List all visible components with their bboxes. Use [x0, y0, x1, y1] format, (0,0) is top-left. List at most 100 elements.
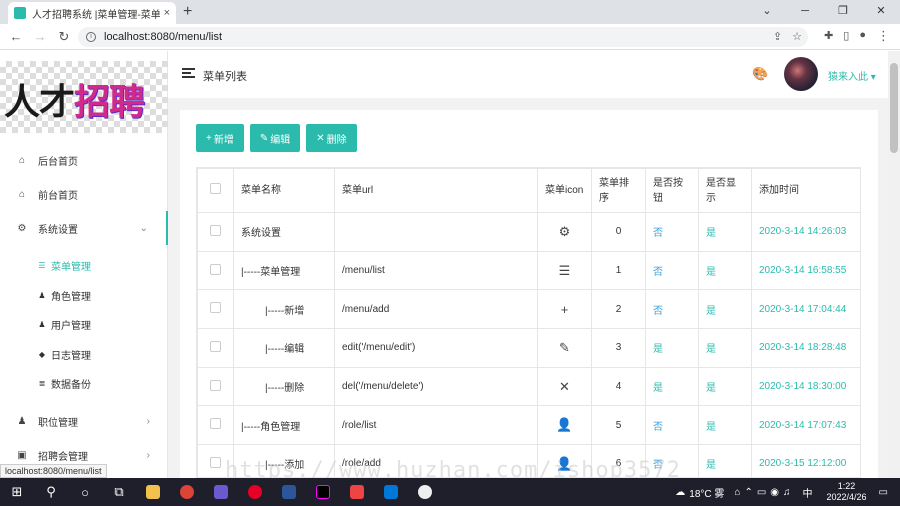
game-icon[interactable]	[340, 478, 374, 506]
sidebar-subitem-data-backup[interactable]: ≣ 数据备份	[0, 369, 168, 399]
row-checkbox[interactable]	[210, 302, 221, 314]
bookmark-star-icon[interactable]: ☆	[792, 30, 802, 43]
user-menu[interactable]: 猿来入此 ▾	[828, 68, 876, 83]
minimize-button[interactable]: ─	[786, 0, 824, 24]
cortana-icon[interactable]: ○	[68, 485, 102, 500]
cell-sort: 3	[591, 328, 646, 368]
window-dropdown-icon[interactable]: ⌄	[748, 0, 786, 24]
sidebar-item-front-home[interactable]: ⌂ 前台首页	[0, 177, 168, 211]
feather-icon[interactable]	[408, 478, 442, 506]
netease-music-icon[interactable]	[238, 478, 272, 506]
profile-icon[interactable]: ●	[859, 29, 866, 42]
sidebar-subitem-label: 菜单管理	[51, 262, 91, 274]
notification-icon[interactable]: ▭	[879, 487, 888, 498]
weather-text[interactable]: 18°C 雾	[689, 485, 724, 500]
cell-time: 2020-3-15 12:12:00	[751, 444, 860, 477]
sidebar-item-position-manage[interactable]: ♟ 职位管理 ›	[0, 405, 168, 439]
sidebar-item-label: 职位管理	[38, 418, 78, 429]
clock-date: 2022/4/26	[826, 492, 867, 502]
row-select-cell	[197, 366, 234, 407]
tray-icons[interactable]: ⌂⌃▭◉♫	[734, 487, 794, 498]
delete-button[interactable]: ✕ 删除	[306, 124, 357, 152]
cell-is-show: 是	[698, 250, 752, 291]
system-tray: ☁ 18°C 雾 ⌂⌃▭◉♫ 中 1:22 2022/4/26 ▭	[675, 478, 900, 506]
close-window-button[interactable]: ✕	[862, 0, 900, 24]
page-scrollbar[interactable]	[888, 51, 900, 478]
extensions-icon[interactable]: ✚	[824, 29, 833, 42]
row-checkbox[interactable]	[210, 456, 221, 468]
back-icon[interactable]: ←	[4, 29, 28, 44]
table-row[interactable]: |-----编辑 edit('/menu/edit') ✎ 3 是是 2020-3-14 …	[197, 328, 860, 368]
browser-menu-icon[interactable]: ⋮	[877, 28, 890, 44]
site-info-icon[interactable]: i	[86, 32, 96, 42]
cell-is-show: 是	[698, 366, 752, 407]
task-view-icon[interactable]: ⧉	[102, 484, 136, 500]
header-icon: 菜单icon	[537, 168, 592, 213]
table-row[interactable]: |-----菜单管理/menu/list ☰ 1 否是 2020-3-14 16:58:…	[197, 250, 860, 291]
row-select-cell	[197, 212, 234, 252]
cell-name-text: 系统设置	[241, 228, 281, 240]
clock-time: 1:22	[837, 481, 856, 491]
new-tab-button[interactable]: +	[183, 3, 192, 21]
address-bar[interactable]: i localhost:8080/menu/list ⇪ ☆	[78, 27, 808, 47]
top-header: 菜单列表 🎨 猿来入此 ▾	[168, 51, 900, 98]
add-button[interactable]: + 新增	[196, 124, 244, 152]
clock[interactable]: 1:22 2022/4/26	[827, 481, 867, 503]
header-time: 添加时间	[751, 168, 860, 213]
table-row[interactable]: 系统设置 ⚙ 0 否是 2020-3-14 14:26:03	[197, 212, 860, 252]
select-all-checkbox[interactable]	[210, 182, 221, 194]
intellij-icon[interactable]	[306, 478, 340, 506]
chrome-icon[interactable]	[170, 478, 204, 506]
row-checkbox[interactable]	[210, 263, 221, 275]
ime-indicator[interactable]: 中	[803, 485, 813, 500]
table-row[interactable]: |-----新增/menu/add +2 否是 2020-3-14 17:04:44	[197, 289, 860, 330]
edit-button[interactable]: ✎ 编辑	[249, 124, 301, 152]
cell-is-show: 是	[698, 289, 752, 330]
sidebar-item-system-settings[interactable]: ⚙ 系统设置 ⌄	[0, 211, 168, 245]
row-select-cell	[197, 328, 234, 368]
row-checkbox[interactable]	[210, 340, 221, 352]
search-icon[interactable]: ⚲	[34, 484, 68, 500]
cell-is-button: 否	[645, 212, 699, 252]
pencil-icon: ✎	[559, 339, 570, 355]
palette-icon[interactable]: 🎨	[752, 66, 768, 82]
table-row[interactable]: |-----角色管理/role/list 👤 5 否是 2020-3-14 17:07:…	[197, 405, 860, 446]
ide-icon[interactable]	[204, 478, 238, 506]
share-icon[interactable]: ⇪	[773, 30, 782, 43]
cell-url: edit('/menu/edit')	[334, 328, 538, 368]
sidebar-subitem-menu-manage[interactable]: ☰ 菜单管理	[0, 251, 168, 281]
cell-name-text: |-----删除	[265, 383, 305, 395]
cell-name: |-----删除	[233, 366, 335, 407]
row-checkbox[interactable]	[210, 224, 221, 236]
sidepanel-icon[interactable]: ▯	[843, 29, 849, 42]
users-icon: ♟	[38, 320, 46, 330]
reload-icon[interactable]: ↻	[52, 29, 76, 45]
maximize-button[interactable]: ❐	[824, 0, 862, 24]
word-icon[interactable]	[272, 478, 306, 506]
logo-text-part2: 招聘	[74, 81, 145, 123]
cell-is-button: 是	[645, 366, 699, 407]
file-explorer-icon[interactable]	[136, 478, 170, 506]
tab-close-icon[interactable]: ×	[164, 7, 170, 19]
windows-start-icon[interactable]: ⊞	[0, 484, 34, 500]
scrollbar-thumb[interactable]	[890, 63, 898, 153]
avatar[interactable]	[784, 57, 818, 91]
sidebar-subitem-log-manage[interactable]: ◆ 日志管理	[0, 340, 168, 370]
cell-time: 2020-3-14 14:26:03	[751, 212, 860, 252]
sidebar-subitem-user-manage[interactable]: ♟ 用户管理	[0, 310, 168, 340]
cell-icon: ☰	[537, 250, 592, 291]
table-row[interactable]: |-----删除 del('/menu/delete') ✕ 4 是是 2020-3-14…	[197, 366, 860, 407]
row-checkbox[interactable]	[210, 418, 221, 430]
hamburger-icon[interactable]	[182, 68, 195, 78]
forward-icon[interactable]: →	[28, 29, 52, 44]
cell-time: 2020-3-14 18:28:48	[751, 328, 860, 368]
sidebar-item-admin-home[interactable]: ⌂ 后台首页	[0, 143, 168, 177]
sidebar-subitem-role-manage[interactable]: ♟ 角色管理	[0, 281, 168, 311]
cell-url	[334, 212, 538, 252]
store-icon[interactable]	[374, 478, 408, 506]
header-is-button: 是否按钮	[645, 168, 699, 213]
gear-icon: ⚙	[558, 223, 571, 239]
sidebar: 人才招聘 ⌂ 后台首页 ⌂ 前台首页 ⚙ 系统设置 ⌄ ☰ 菜单管理 ♟ 角色管…	[0, 51, 168, 478]
row-checkbox[interactable]	[210, 379, 221, 391]
browser-tab[interactable]: 人才招聘系统 |菜单管理-菜单列 ×	[8, 2, 176, 24]
